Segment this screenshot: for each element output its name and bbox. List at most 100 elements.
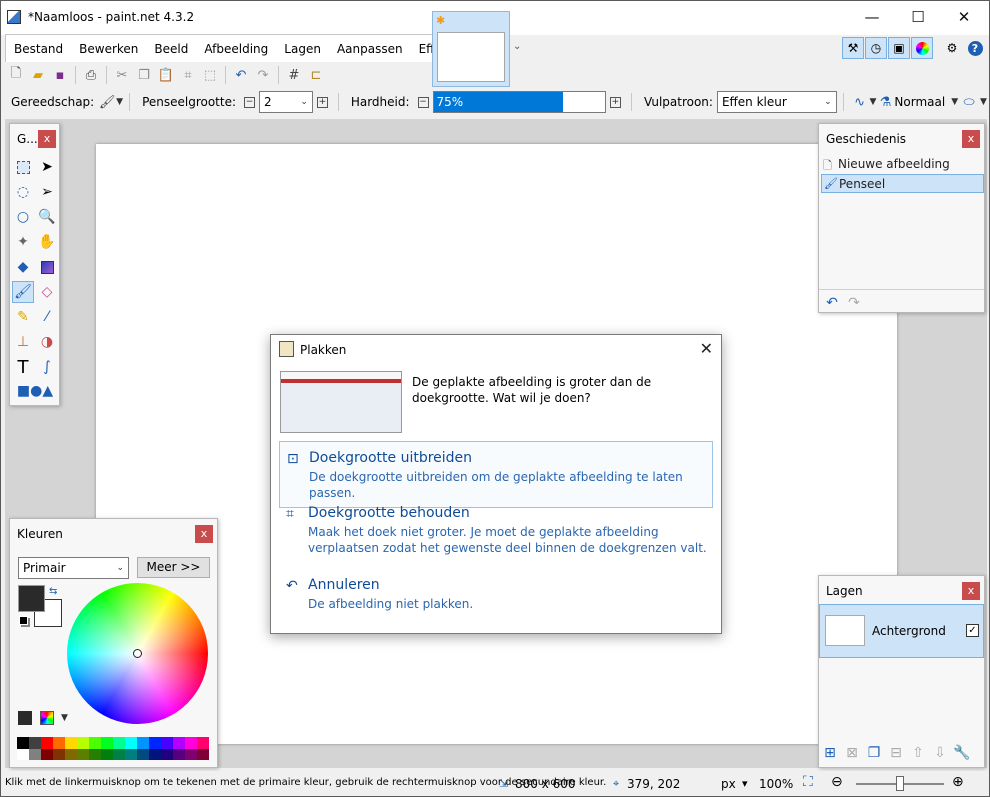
zoom-in-icon[interactable]: ⊕ [952,774,964,790]
palette-swatch[interactable] [137,748,149,760]
close-button[interactable]: ✕ [941,1,987,33]
move-selection-icon[interactable]: ➢ [36,181,58,203]
palette-swatch[interactable] [185,737,197,749]
history-panel-close-button[interactable]: x [962,130,980,148]
grid-icon[interactable]: # [283,64,305,86]
pan-hand-icon[interactable]: ✋ [36,231,58,253]
tools-panel-close-button[interactable]: x [38,130,56,148]
palette-swatch[interactable] [53,748,65,760]
palette-swatch[interactable] [173,737,185,749]
palette-swatch[interactable] [125,748,137,760]
text-icon[interactable]: T [12,356,34,378]
hardness-slider[interactable]: 75% [432,91,606,113]
move-selected-icon[interactable]: ➤ [36,156,58,178]
blend-mode-icon[interactable]: ⚗ [876,91,894,113]
palette-swatch[interactable] [197,737,209,749]
selection-mode-chevron-down-icon[interactable]: ▼ [980,97,987,107]
settings-gear-icon[interactable]: ⚙ [941,37,963,59]
history-undo-icon[interactable]: ↶ [821,292,843,314]
hardness-decrease-button[interactable]: − [417,96,429,108]
magic-wand-icon[interactable]: ✦ [12,231,34,253]
layer-properties-icon[interactable]: 🔧 [951,742,973,764]
palette-swatch[interactable] [125,737,137,749]
palette-swatch[interactable] [137,737,149,749]
selection-mode-icon[interactable]: ⬭ [958,91,980,113]
more-colors-button[interactable]: Meer >> [137,557,210,578]
line-curve-icon[interactable]: ∫ [36,356,58,378]
layer-row[interactable]: Achtergrond ✓ [819,604,984,658]
zoom-out-icon[interactable]: ⊖ [831,774,843,790]
menu-aanpassen[interactable]: Aanpassen [329,36,411,62]
zoom-level[interactable]: 100% [759,777,793,791]
clone-stamp-icon[interactable]: ⊥ [12,331,34,353]
undo-icon[interactable]: ↶ [230,64,252,86]
dialog-close-button[interactable]: ✕ [700,339,713,358]
palette-chevron-down-icon[interactable]: ▼ [61,713,68,723]
tab-list-chevron-icon[interactable]: ⌄ [513,41,521,52]
palette-swatch[interactable] [113,748,125,760]
ellipse-select-icon[interactable]: ○ [12,206,34,228]
antialias-icon[interactable]: ∿ [850,91,870,113]
blend-mode-value[interactable]: Normaal [894,95,945,109]
palette-swatch[interactable] [89,737,101,749]
palette-swatch[interactable] [29,737,41,749]
tool-chevron-down-icon[interactable]: ▼ [116,97,123,107]
palette-swatch[interactable] [89,748,101,760]
move-layer-down-icon[interactable]: ⇩ [929,742,951,764]
antialias-chevron-down-icon[interactable]: ▼ [870,97,877,107]
palette-swatch[interactable] [161,737,173,749]
tools-window-toggle-icon[interactable]: ⚒ [842,37,864,59]
palette-swatch[interactable] [77,748,89,760]
delete-layer-icon[interactable]: ⊠ [841,742,863,764]
palette-swatch[interactable] [173,748,185,760]
history-item[interactable]: 🖌 Penseel [821,174,984,193]
primary-color-swatch[interactable] [18,585,45,612]
history-item[interactable]: 🗋 Nieuwe afbeelding [821,155,984,174]
color-palette[interactable] [17,737,209,760]
eraser-icon[interactable]: ◇ [36,281,58,303]
colors-panel-close-button[interactable]: x [195,525,213,543]
palette-menu-icon[interactable] [40,711,54,725]
menu-bestand[interactable]: Bestand [6,36,71,62]
cancel-paste-option[interactable]: ↶ Annuleren De afbeelding niet plakken. [279,569,713,618]
add-layer-icon[interactable]: ⊞ [819,742,841,764]
palette-swatch[interactable] [101,748,113,760]
palette-swatch[interactable] [41,748,53,760]
palette-swatch[interactable] [17,737,29,749]
color-picker-icon[interactable]: ⁄ [36,306,58,328]
maximize-button[interactable]: ☐ [895,1,941,33]
palette-swatch[interactable] [41,737,53,749]
reset-colors-icon[interactable] [19,616,28,625]
duplicate-layer-icon[interactable]: ❐ [863,742,885,764]
palette-swatch[interactable] [29,748,41,760]
print-icon[interactable]: ⎙ [80,64,102,86]
palette-swatch[interactable] [65,748,77,760]
hardness-increase-button[interactable]: + [609,96,621,108]
crop-icon[interactable]: ⌗ [177,64,199,86]
menu-afbeelding[interactable]: Afbeelding [196,36,276,62]
minimize-button[interactable]: — [849,1,895,33]
palette-swatch[interactable] [149,748,161,760]
zoom-to-window-icon[interactable]: ⛶ [803,774,813,790]
color-wheel-cursor[interactable] [133,649,142,658]
colors-window-toggle-icon[interactable] [911,37,933,59]
palette-swatch[interactable] [53,737,65,749]
palette-swatch[interactable] [161,748,173,760]
pencil-icon[interactable]: ✎ [12,306,34,328]
palette-swatch[interactable] [113,737,125,749]
save-icon[interactable]: ▪ [49,64,71,86]
paint-bucket-icon[interactable]: ◆ [12,256,34,278]
merge-layer-icon[interactable]: ⊟ [885,742,907,764]
gradient-icon[interactable] [36,256,58,278]
palette-swatch[interactable] [77,737,89,749]
color-wheel[interactable] [67,583,208,724]
add-palette-color-icon[interactable] [18,711,32,725]
shapes-icon[interactable]: ■●▲ [17,380,53,402]
palette-swatch[interactable] [149,737,161,749]
zoom-icon[interactable]: 🔍 [36,206,58,228]
copy-icon[interactable]: ❐ [133,64,155,86]
layers-window-toggle-icon[interactable]: ▣ [888,37,910,59]
help-icon[interactable]: ? [964,37,986,59]
open-icon[interactable]: ▰ [27,64,49,86]
paintbrush-icon[interactable]: 🖌 [12,281,34,303]
